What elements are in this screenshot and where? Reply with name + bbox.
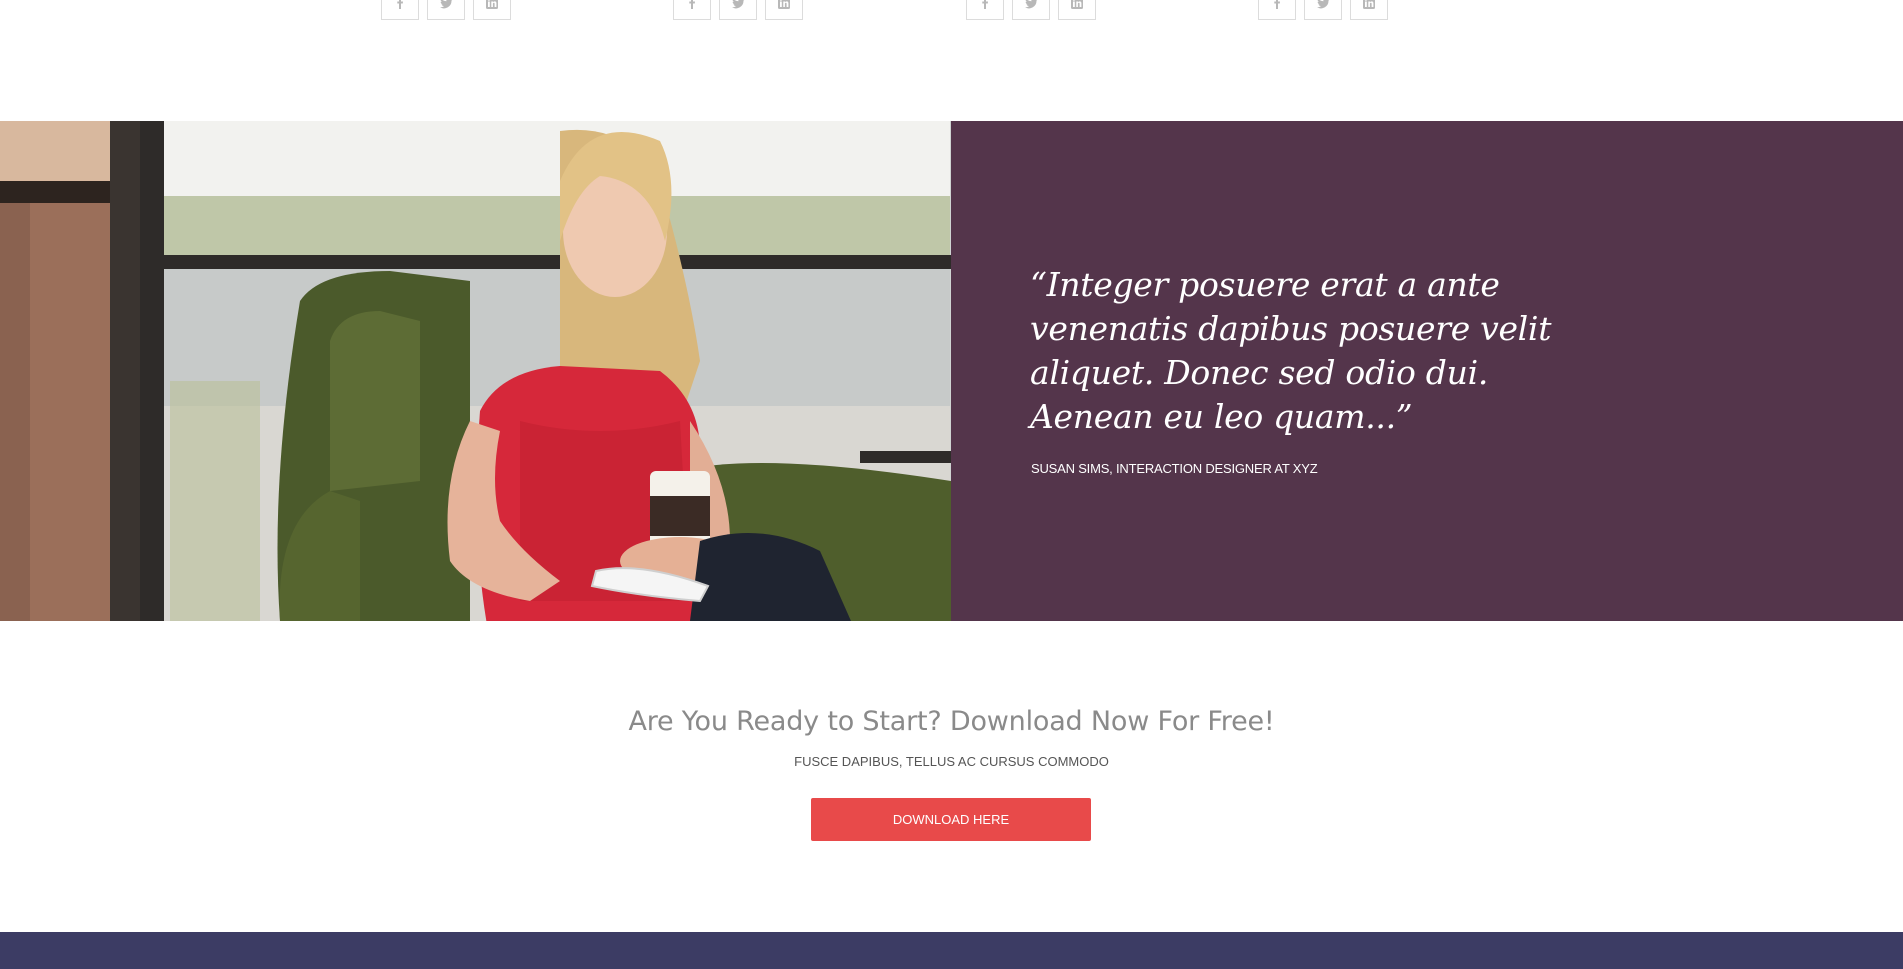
team-member-1-social	[381, 0, 511, 21]
facebook-icon	[1274, 0, 1280, 9]
facebook-icon	[689, 0, 695, 9]
download-button[interactable]: DOWNLOAD HERE	[811, 798, 1091, 841]
team-member-4-social	[1258, 0, 1388, 21]
testimonial-quote: “Integer posuere erat a ante venenatis d…	[1030, 265, 1552, 436]
facebook-icon	[397, 0, 403, 9]
team-member-3-social	[966, 0, 1096, 21]
twitter-link[interactable]	[427, 0, 465, 20]
testimonial-author: SUSAN SIMS, INTERACTION DESIGNER AT XYZ	[1031, 461, 1318, 476]
testimonial-photo	[0, 121, 951, 621]
linkedin-link[interactable]	[765, 0, 803, 20]
twitter-link[interactable]	[1304, 0, 1342, 20]
twitter-icon	[439, 0, 452, 9]
linkedin-link[interactable]	[1350, 0, 1388, 20]
linkedin-icon	[1071, 0, 1083, 9]
linkedin-link[interactable]	[1058, 0, 1096, 20]
twitter-icon	[731, 0, 744, 9]
cta-subtitle: FUSCE DAPIBUS, TELLUS AC CURSUS COMMODO	[794, 754, 1109, 769]
facebook-link[interactable]	[966, 0, 1004, 20]
linkedin-icon	[778, 0, 790, 9]
linkedin-link[interactable]	[473, 0, 511, 20]
cta-title: Are You Ready to Start? Download Now For…	[628, 706, 1275, 737]
testimonial-quote-panel: “Integer posuere erat a ante venenatis d…	[951, 121, 1903, 621]
twitter-icon	[1024, 0, 1037, 9]
woman-in-armchair-illustration	[0, 121, 951, 621]
linkedin-icon	[1363, 0, 1375, 9]
facebook-link[interactable]	[673, 0, 711, 20]
team-member-2-social	[673, 0, 803, 21]
facebook-link[interactable]	[381, 0, 419, 20]
testimonial-section: “Integer posuere erat a ante venenatis d…	[0, 121, 1903, 621]
facebook-link[interactable]	[1258, 0, 1296, 20]
facebook-icon	[982, 0, 988, 9]
twitter-icon	[1316, 0, 1329, 9]
twitter-link[interactable]	[719, 0, 757, 20]
twitter-link[interactable]	[1012, 0, 1050, 20]
footer	[0, 932, 1903, 969]
linkedin-icon	[486, 0, 498, 9]
